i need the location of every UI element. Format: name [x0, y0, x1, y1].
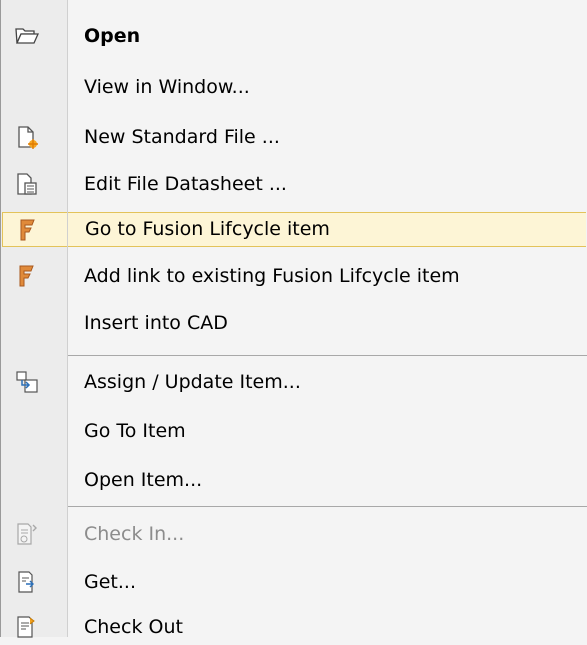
menu-item-label: Insert into CAD [84, 312, 228, 334]
check-in-icon [14, 522, 40, 546]
menu-item-label: Get... [84, 571, 136, 593]
menu-item-label: View in Window... [84, 76, 250, 98]
menu-item-check-in: Check In... [2, 517, 586, 552]
menu-item-label: Open [84, 25, 141, 47]
menu-item-label: Assign / Update Item... [84, 371, 301, 393]
menu-item-label: Add link to existing Fusion Lifcycle ite… [84, 265, 460, 287]
fusion-icon [14, 264, 40, 288]
menu-item-view-in-window[interactable]: View in Window... [2, 70, 586, 105]
open-folder-icon [14, 24, 40, 48]
menu-separator [68, 355, 587, 356]
menu-item-label: Go To Item [84, 420, 186, 442]
menu-item-new-standard-file[interactable]: New Standard File ... [2, 120, 586, 155]
menu-item-label: Check In... [84, 523, 185, 545]
assign-item-icon [14, 370, 40, 394]
menu-item-label: Open Item... [84, 469, 203, 491]
check-out-icon [14, 615, 40, 639]
menu-item-label: Edit File Datasheet ... [84, 173, 287, 195]
menu-item-go-to-fusion-lifecycle-item[interactable]: Go to Fusion Lifcycle item [2, 212, 586, 247]
new-file-icon [14, 125, 40, 149]
menu-item-open[interactable]: Open [2, 19, 586, 54]
get-icon [14, 570, 40, 594]
menu-item-label: Go to Fusion Lifcycle item [85, 218, 330, 240]
menu-item-assign-update-item[interactable]: Assign / Update Item... [2, 365, 586, 400]
menu-item-edit-file-datasheet[interactable]: Edit File Datasheet ... [2, 167, 586, 202]
menu-item-check-out[interactable]: Check Out [2, 610, 586, 645]
menu-item-go-to-item[interactable]: Go To Item [2, 414, 586, 449]
menu-item-add-link-fusion-lifecycle[interactable]: Add link to existing Fusion Lifcycle ite… [2, 259, 586, 294]
context-menu: Open View in Window... New Standard File… [0, 0, 587, 638]
menu-item-get[interactable]: Get... [2, 565, 586, 600]
menu-item-label: New Standard File ... [84, 126, 280, 148]
menu-separator [68, 506, 587, 507]
fusion-icon [15, 218, 41, 242]
menu-item-open-item[interactable]: Open Item... [2, 463, 586, 498]
menu-item-insert-into-cad[interactable]: Insert into CAD [2, 306, 586, 341]
datasheet-icon [14, 172, 40, 196]
menu-item-label: Check Out [84, 616, 183, 638]
